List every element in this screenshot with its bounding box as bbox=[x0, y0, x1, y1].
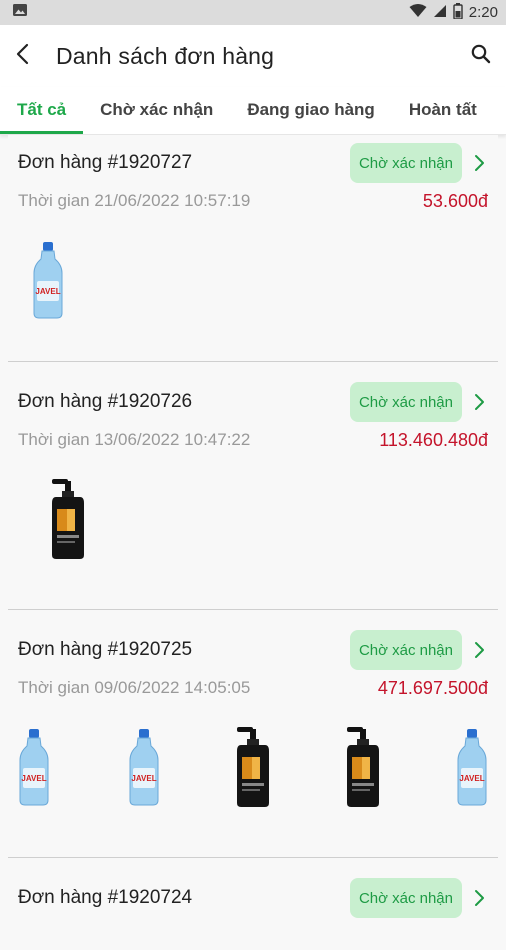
status-badge: Chờ xác nhận bbox=[349, 382, 462, 422]
order-id: Đơn hàng #1920724 bbox=[18, 887, 193, 908]
order-header: Đơn hàng #1920727 Chờ xác nhận bbox=[18, 135, 488, 187]
status-badge: Chờ xác nhận bbox=[349, 630, 462, 670]
tab-completed[interactable]: Hoàn tất bbox=[409, 87, 477, 134]
tab-shipping-label: Đang giao hàng bbox=[247, 100, 375, 119]
bleach-bottle-icon[interactable]: JAVEL bbox=[114, 725, 174, 809]
order-status-group: Chờ xác nhận bbox=[349, 382, 488, 422]
battery-icon bbox=[453, 2, 463, 23]
order-time: Thời gian 09/06/2022 14:05:05 bbox=[18, 678, 251, 697]
order-total: 113.460.480đ bbox=[379, 429, 488, 450]
tab-shipping[interactable]: Đang giao hàng bbox=[247, 87, 375, 134]
tab-all[interactable]: Tất cả bbox=[0, 87, 84, 134]
image-notification-icon bbox=[12, 2, 28, 23]
clock-time: 2:20 bbox=[468, 4, 498, 21]
svg-text:JAVEL: JAVEL bbox=[459, 774, 484, 783]
product-thumbnails: JAVEL bbox=[18, 215, 488, 345]
shampoo-pump-bottle-icon[interactable] bbox=[333, 725, 393, 809]
tab-all-label: Tất cả bbox=[17, 100, 67, 119]
order-card[interactable]: Đơn hàng #1920724 Chờ xác nhận bbox=[8, 870, 498, 950]
status-badge: Chờ xác nhận bbox=[349, 878, 462, 918]
order-header: Đơn hàng #1920726 Chờ xác nhận bbox=[18, 374, 488, 426]
bleach-bottle-icon[interactable]: JAVEL bbox=[442, 725, 502, 809]
order-meta: Thời gian 13/06/2022 10:47:22 113.460.48… bbox=[18, 426, 488, 454]
page-title: Danh sách đơn hàng bbox=[56, 42, 275, 69]
order-card[interactable]: Đơn hàng #1920727 Chờ xác nhận Thời gian… bbox=[8, 135, 498, 362]
tab-pending[interactable]: Chờ xác nhận bbox=[100, 87, 213, 134]
order-card[interactable]: Đơn hàng #1920725 Chờ xác nhận Thời gian… bbox=[8, 622, 498, 858]
chevron-right-icon[interactable] bbox=[470, 889, 488, 907]
wifi-icon bbox=[409, 3, 427, 22]
signal-icon bbox=[433, 4, 447, 22]
search-icon[interactable] bbox=[470, 43, 492, 70]
order-list: Đơn hàng #1920727 Chờ xác nhận Thời gian… bbox=[0, 135, 506, 950]
chevron-right-icon[interactable] bbox=[470, 393, 488, 411]
order-total: 53.600đ bbox=[422, 190, 488, 211]
bleach-bottle-icon[interactable]: JAVEL bbox=[18, 238, 78, 322]
product-thumbnails bbox=[18, 454, 488, 584]
order-total: 471.697.500đ bbox=[377, 677, 488, 698]
status-bar: 2:20 bbox=[0, 0, 506, 25]
order-meta: Thời gian 09/06/2022 14:05:05 471.697.50… bbox=[18, 674, 488, 702]
order-header: Đơn hàng #1920725 Chờ xác nhận bbox=[18, 622, 488, 674]
order-meta: Thời gian 21/06/2022 10:57:19 53.600đ bbox=[18, 187, 488, 215]
order-card[interactable]: Đơn hàng #1920726 Chờ xác nhận Thời gian… bbox=[8, 374, 498, 610]
order-status-group: Chờ xác nhận bbox=[349, 878, 488, 918]
chevron-right-icon[interactable] bbox=[470, 641, 488, 659]
order-time: Thời gian 21/06/2022 10:57:19 bbox=[18, 191, 251, 210]
order-id: Đơn hàng #1920726 bbox=[18, 391, 193, 412]
order-time: Thời gian 13/06/2022 10:47:22 bbox=[18, 430, 251, 449]
status-badge: Chờ xác nhận bbox=[349, 143, 462, 183]
svg-text:JAVEL: JAVEL bbox=[21, 774, 46, 783]
shampoo-pump-bottle-icon[interactable] bbox=[38, 477, 98, 561]
product-thumbnails: JAVEL JAVEL JAVEL bbox=[4, 702, 502, 832]
tab-completed-label: Hoàn tất bbox=[408, 100, 477, 119]
order-status-group: Chờ xác nhận bbox=[349, 630, 488, 670]
order-status-tabs: Tất cả Chờ xác nhận Đang giao hàng Hoàn … bbox=[0, 87, 506, 135]
order-id: Đơn hàng #1920727 bbox=[18, 152, 193, 173]
bleach-bottle-icon[interactable]: JAVEL bbox=[4, 725, 64, 809]
svg-text:JAVEL: JAVEL bbox=[131, 774, 156, 783]
app-bar: Danh sách đơn hàng bbox=[0, 25, 506, 87]
order-id: Đơn hàng #1920725 bbox=[18, 639, 193, 660]
shampoo-pump-bottle-icon[interactable] bbox=[223, 725, 283, 809]
chevron-right-icon[interactable] bbox=[470, 154, 488, 172]
back-arrow-icon[interactable] bbox=[14, 43, 34, 70]
order-status-group: Chờ xác nhận bbox=[349, 143, 488, 183]
order-header: Đơn hàng #1920724 Chờ xác nhận bbox=[18, 870, 488, 922]
tab-pending-label: Chờ xác nhận bbox=[100, 100, 214, 119]
svg-text:JAVEL: JAVEL bbox=[35, 287, 60, 296]
